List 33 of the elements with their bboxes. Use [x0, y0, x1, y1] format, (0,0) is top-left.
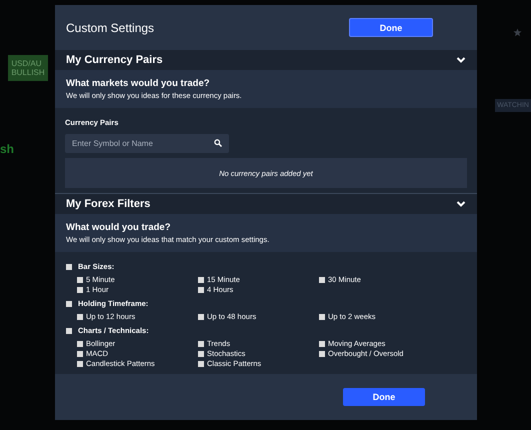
- chevron-icon[interactable]: [456, 56, 466, 64]
- checkbox[interactable]: [319, 350, 325, 356]
- checkbox[interactable]: [198, 314, 204, 320]
- section-question: What would you trade?: [66, 222, 172, 233]
- checkbox[interactable]: [198, 360, 204, 366]
- background-heading: sh: [0, 142, 14, 156]
- checkbox[interactable]: [66, 328, 72, 334]
- dialog-title: Custom Settings: [66, 20, 154, 34]
- chevron-icon[interactable]: [456, 200, 466, 208]
- search-field[interactable]: Enter Symbol or Name: [65, 134, 229, 153]
- checkbox[interactable]: [198, 340, 204, 346]
- checkbox[interactable]: [77, 350, 83, 356]
- checkbox[interactable]: [66, 264, 72, 270]
- section-header[interactable]: My Currency Pairs: [55, 50, 477, 70]
- signal-badge: USD/AU BULLISH: [8, 55, 48, 81]
- star-icon: [513, 28, 522, 37]
- checkbox[interactable]: [198, 286, 204, 292]
- checkbox[interactable]: [77, 360, 83, 366]
- checkbox[interactable]: [319, 314, 325, 320]
- checkbox[interactable]: [66, 300, 72, 306]
- section-header[interactable]: My Forex Filters: [55, 194, 477, 214]
- checkbox[interactable]: [198, 276, 204, 282]
- checkbox[interactable]: [77, 276, 83, 282]
- checkbox[interactable]: [319, 340, 325, 346]
- checkbox[interactable]: [319, 276, 325, 282]
- section-question: What markets would you trade?: [66, 78, 211, 89]
- done-button[interactable]: Done: [349, 18, 433, 37]
- checkbox[interactable]: [77, 340, 83, 346]
- checkbox[interactable]: [77, 314, 83, 320]
- checkbox[interactable]: [198, 350, 204, 356]
- search-icon[interactable]: [214, 138, 222, 146]
- checkbox[interactable]: [77, 286, 83, 292]
- done-button[interactable]: Done: [343, 388, 425, 406]
